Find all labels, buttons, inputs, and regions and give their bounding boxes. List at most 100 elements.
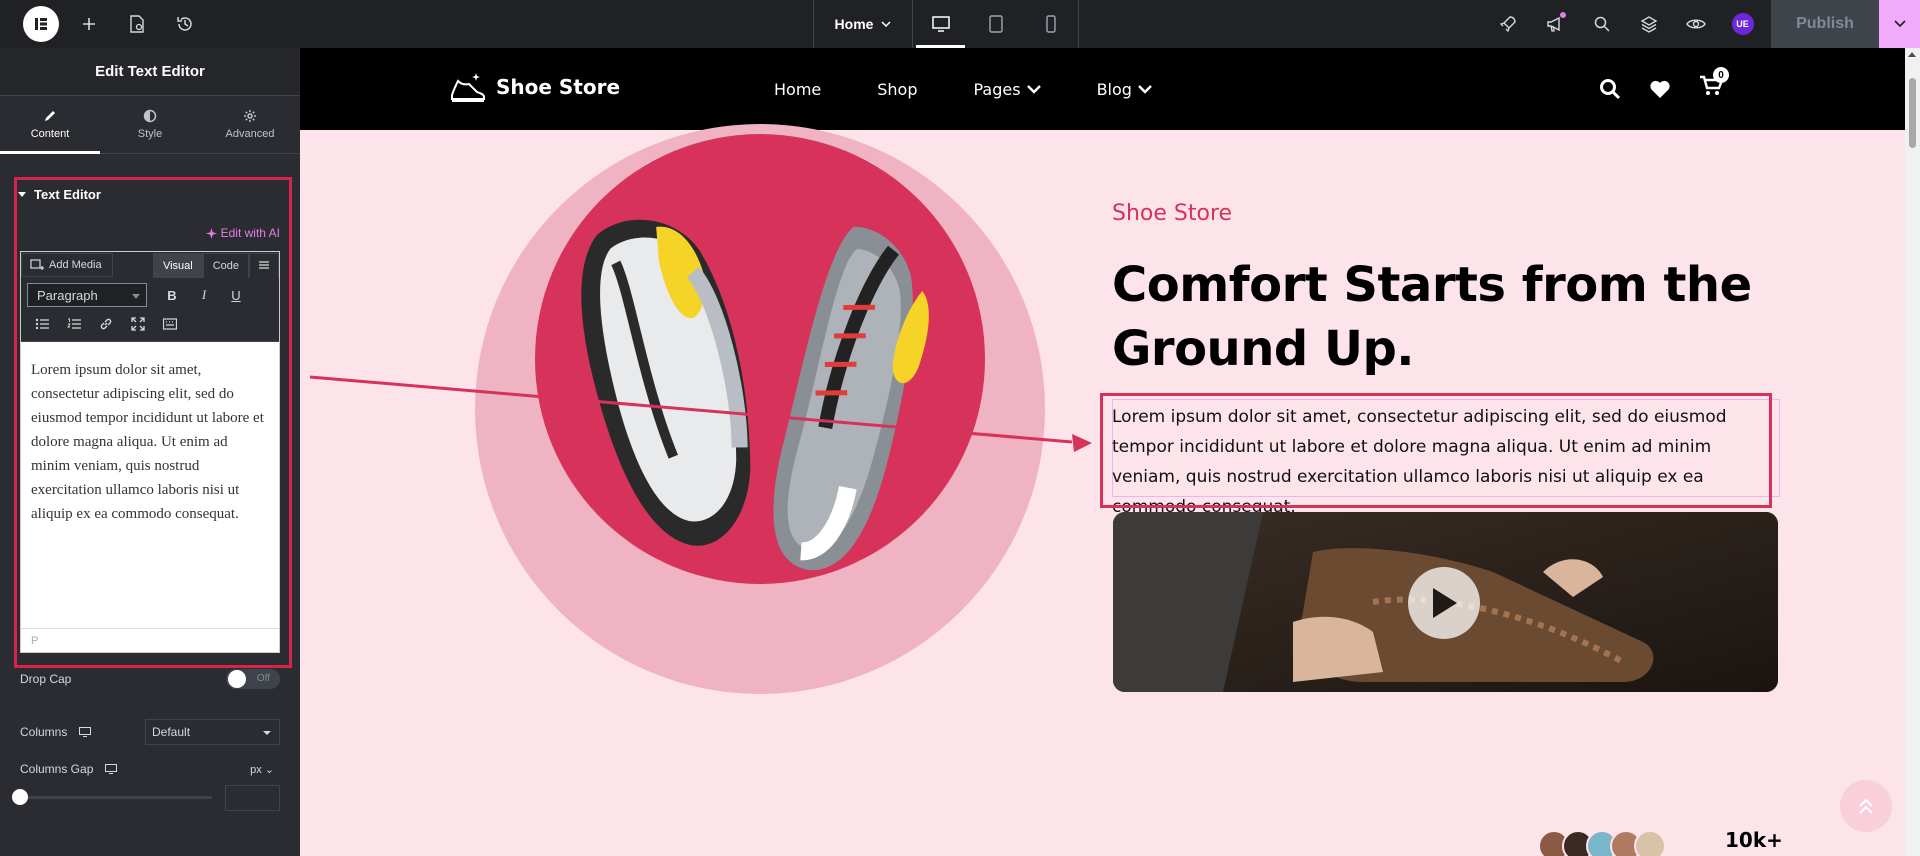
mobile-view-button[interactable] — [1023, 0, 1078, 48]
panel-title: Edit Text Editor — [0, 48, 300, 96]
avatar — [1634, 830, 1666, 856]
text-editor-highlight-frame — [14, 177, 292, 668]
publish-options-button[interactable] — [1879, 0, 1920, 48]
history-button[interactable] — [161, 0, 209, 48]
site-nav: Home Shop Pages Blog — [774, 48, 1152, 130]
chevron-down-icon — [881, 21, 891, 27]
tab-content[interactable]: Content — [0, 96, 100, 154]
tab-style-label: Style — [137, 128, 163, 140]
toggle-knob — [228, 670, 246, 688]
scroll-up-arrow-icon[interactable] — [1908, 52, 1916, 57]
desktop-icon — [79, 727, 92, 737]
panel-tabs: Content Style Advanced — [0, 96, 300, 154]
history-icon — [177, 17, 192, 31]
tab-style[interactable]: Style — [100, 96, 200, 153]
chevron-down-icon — [1893, 20, 1906, 28]
nav-shop[interactable]: Shop — [877, 80, 917, 99]
tablet-view-button[interactable] — [968, 0, 1023, 48]
customer-avatars — [1538, 830, 1666, 856]
mobile-icon — [1045, 15, 1056, 33]
user-account-button[interactable]: UE — [1719, 0, 1766, 48]
tablet-icon — [988, 15, 1003, 33]
columns-gap-slider-track[interactable] — [20, 796, 212, 799]
drop-cap-control: Drop Cap Off — [20, 669, 280, 689]
eye-icon — [1685, 19, 1706, 29]
brand-name: Shoe Store — [496, 75, 621, 99]
drop-cap-toggle[interactable]: Off — [226, 669, 280, 689]
structure-button[interactable] — [1625, 0, 1672, 48]
page-select-label: Home — [834, 16, 874, 32]
search-button[interactable] — [1578, 0, 1625, 48]
nav-home-label: Home — [774, 79, 822, 99]
nav-shop-label: Shop — [877, 79, 918, 99]
topbar-right: UE Publish — [1484, 0, 1920, 48]
columns-gap-label: Columns Gap — [20, 762, 94, 776]
scrollbar-thumb[interactable] — [1909, 78, 1916, 148]
nav-home[interactable]: Home — [774, 80, 821, 99]
nav-blog[interactable]: Blog — [1097, 80, 1152, 99]
contrast-icon — [143, 109, 157, 123]
desktop-icon — [931, 16, 950, 32]
add-element-button[interactable] — [65, 0, 113, 48]
pencil-icon — [45, 111, 55, 121]
stats-number: 10k+ — [1725, 828, 1783, 852]
hero-eyebrow: Shoe Store — [1112, 201, 1233, 226]
elementor-menu-button[interactable] — [17, 0, 65, 48]
tab-advanced-label: Advanced — [225, 128, 275, 140]
layers-icon — [1640, 16, 1657, 33]
launch-button[interactable] — [1484, 0, 1531, 48]
user-avatar: UE — [1731, 13, 1754, 35]
desktop-view-button[interactable] — [913, 0, 968, 48]
scroll-to-top-button[interactable] — [1840, 780, 1892, 832]
play-icon — [1433, 588, 1457, 618]
rocket-icon — [1499, 16, 1516, 33]
canvas-scrollbar[interactable] — [1905, 48, 1920, 856]
plus-icon — [83, 18, 95, 30]
chevron-down-icon — [1026, 84, 1041, 94]
nav-blog-label: Blog — [1096, 79, 1132, 99]
cart-button[interactable]: 0 — [1699, 67, 1729, 102]
heart-icon[interactable] — [1649, 79, 1671, 99]
page-settings-icon — [130, 15, 144, 33]
play-button[interactable] — [1408, 567, 1480, 639]
columns-select-value: Default — [152, 725, 191, 739]
gear-icon — [244, 110, 256, 122]
columns-gap-input[interactable] — [225, 785, 280, 811]
paragraph-highlight-frame — [1100, 393, 1772, 508]
topbar-center: Home — [813, 0, 1079, 48]
cart-count-badge: 0 — [1713, 67, 1729, 83]
preview-button[interactable] — [1672, 0, 1719, 48]
preview-canvas: Shoe Store Home Shop Pages Blog 0 Shoe S… — [300, 48, 1905, 856]
notification-dot — [1560, 12, 1566, 18]
site-brand[interactable]: Shoe Store — [448, 69, 620, 105]
site-header-icons: 0 — [1599, 67, 1729, 102]
editor-topbar: Home UE Publish — [0, 0, 1920, 48]
chevron-down-icon — [1138, 84, 1152, 94]
search-icon[interactable] — [1599, 78, 1621, 100]
page-select-dropdown[interactable]: Home — [814, 0, 913, 48]
tab-advanced[interactable]: Advanced — [200, 96, 300, 153]
hero-video[interactable] — [1113, 512, 1778, 692]
page-settings-button[interactable] — [113, 0, 161, 48]
hero-headline: Comfort Starts from the Ground Up. — [1112, 257, 1752, 377]
search-icon — [1594, 16, 1610, 32]
chevron-down-icon: ⌄ — [264, 763, 274, 776]
site-header: Shoe Store Home Shop Pages Blog 0 — [300, 48, 1905, 130]
unit-select[interactable]: px ⌄ — [250, 763, 274, 776]
nav-pages-label: Pages — [973, 79, 1021, 99]
shoe-logo-icon — [451, 73, 485, 102]
notifications-button[interactable] — [1531, 0, 1578, 48]
double-chevron-up-icon — [1859, 798, 1873, 814]
columns-label: Columns — [20, 725, 68, 739]
columns-select[interactable]: Default — [145, 719, 280, 745]
sneakers-image[interactable] — [540, 168, 1020, 628]
desktop-icon — [105, 764, 118, 774]
chevron-down-icon — [263, 731, 271, 735]
tab-content-label: Content — [30, 128, 70, 140]
publish-button[interactable]: Publish — [1771, 0, 1879, 48]
topbar-left — [0, 0, 209, 48]
columns-gap-slider-handle[interactable] — [12, 789, 28, 805]
columns-gap-control: Columns Gap px ⌄ — [20, 759, 280, 779]
nav-pages[interactable]: Pages — [974, 80, 1041, 99]
columns-control: Columns Default — [20, 719, 280, 745]
